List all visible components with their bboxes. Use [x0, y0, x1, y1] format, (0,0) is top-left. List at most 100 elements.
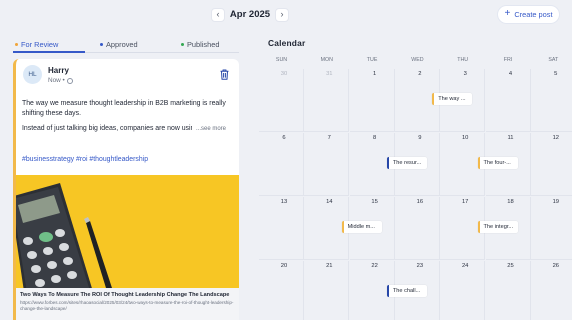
calendar-event[interactable]: The four-... — [477, 157, 518, 169]
calendar-day-cell[interactable]: 4 — [485, 69, 531, 132]
calendar-title: Calendar — [268, 38, 306, 48]
day-number: 1 — [372, 71, 377, 77]
day-number: 21 — [326, 263, 333, 269]
calendar-day-cell[interactable]: 1 — [349, 69, 395, 132]
day-number: 17 — [461, 199, 469, 205]
calendar-day-cell[interactable]: 13 — [259, 197, 304, 260]
avatar: HL — [23, 65, 42, 84]
post-hashtags[interactable]: #businesstrategy #roi #thoughtleadership — [22, 156, 148, 163]
link-title: Two Ways To Measure The ROI Of Thought L… — [20, 292, 230, 298]
tab-label: Published — [187, 40, 220, 49]
post-paragraph: Instead of just talking big ideas, compa… — [22, 125, 192, 132]
post-card[interactable]: HL Harry Now • The way we measure though… — [13, 59, 239, 320]
post-header: HL Harry Now • — [16, 59, 239, 91]
calendar-day-cell[interactable]: 20 — [259, 261, 304, 320]
weekday-header: FRI — [503, 57, 513, 63]
day-number: 10 — [461, 135, 469, 141]
day-number: 3 — [463, 71, 467, 77]
calendar-event[interactable]: The way ... — [432, 93, 473, 105]
prev-month-button[interactable]: ‹ — [211, 7, 225, 22]
day-number: 12 — [552, 135, 560, 141]
chevron-right-icon: › — [280, 9, 284, 19]
post-paragraph-truncated: Instead of just talking big ideas, compa… — [22, 124, 234, 134]
day-number: 8 — [372, 135, 377, 141]
weekday-header: WED — [411, 57, 424, 63]
calculator-image — [16, 175, 239, 288]
calendar-day-cell[interactable]: 25 — [486, 261, 531, 320]
post-body: The way we measure thought leadership in… — [22, 99, 234, 134]
tab-label: Approved — [106, 40, 138, 49]
published-status-dot — [181, 43, 184, 46]
day-number: 16 — [416, 199, 424, 205]
day-number: 14 — [326, 199, 333, 205]
day-number: 19 — [552, 199, 560, 205]
calendar-day-cell[interactable]: 5 — [530, 69, 572, 132]
day-number: 15 — [371, 199, 378, 205]
day-number: 6 — [282, 135, 286, 141]
day-number: 22 — [371, 263, 378, 269]
tab-approved[interactable]: Approved — [100, 40, 138, 49]
day-number: 13 — [280, 199, 288, 205]
month-navigation: ‹ Apr 2025 › — [211, 7, 289, 22]
day-number: 20 — [280, 263, 288, 269]
day-number: 24 — [461, 263, 469, 269]
link-preview[interactable]: Two Ways To Measure The ROI Of Thought L… — [16, 288, 239, 320]
weekday-header: SUN — [275, 57, 288, 63]
calendar-day-cell[interactable]: 16 — [394, 197, 440, 260]
day-number: 30 — [280, 71, 288, 77]
calendar-event[interactable]: The chall... — [386, 285, 427, 297]
day-number: 2 — [418, 71, 422, 77]
review-status-dot — [15, 43, 18, 46]
calendar-event[interactable]: The resur... — [386, 157, 427, 169]
day-number: 23 — [416, 263, 424, 269]
day-number: 11 — [507, 135, 514, 141]
calendar-event[interactable]: The integr... — [477, 221, 518, 233]
calendar-day-cell[interactable]: 21 — [304, 261, 350, 320]
see-more-link[interactable]: ...see more — [196, 124, 226, 134]
calendar-event[interactable]: Middle m... — [341, 221, 382, 233]
chevron-left-icon: ‹ — [216, 9, 220, 19]
create-post-label: Create post — [514, 10, 553, 19]
calendar-day-cell[interactable]: 19 — [530, 197, 572, 260]
day-number: 31 — [326, 71, 333, 77]
weekday-header: TUE — [366, 57, 378, 63]
day-number: 25 — [507, 263, 514, 269]
day-number: 7 — [327, 135, 331, 141]
next-month-button[interactable]: › — [275, 7, 289, 22]
author-name: Harry — [48, 66, 69, 75]
day-number: 5 — [554, 71, 558, 77]
calendar-day-cell[interactable]: 12 — [530, 133, 572, 196]
trash-icon[interactable] — [220, 69, 229, 80]
calendar-day-cell[interactable]: 6 — [259, 133, 304, 196]
calendar-day-cell[interactable]: 24 — [440, 261, 486, 320]
plus-icon: + — [504, 8, 511, 19]
tab-for-review[interactable]: For Review — [15, 40, 58, 49]
calendar-day-cell[interactable]: 30 — [259, 69, 304, 132]
day-number: 4 — [508, 71, 513, 77]
calendar-day-cell[interactable]: 7 — [304, 133, 350, 196]
link-url: https://www.forbes.com/sites/rhaoasocial… — [20, 300, 234, 311]
post-time: Now • — [48, 77, 65, 84]
tab-published[interactable]: Published — [181, 40, 219, 49]
create-post-button[interactable]: + Create post — [498, 6, 559, 23]
day-number: 9 — [418, 135, 422, 141]
calendar-day-cell[interactable]: 31 — [304, 69, 350, 132]
day-number: 18 — [507, 199, 514, 205]
current-month-label: Apr 2025 — [229, 9, 271, 20]
calendar-grid: SUN MON TUE WED THU FRI SAT 30 31 1 2 3 4 5 6 7 8 9 10 11 12… — [259, 57, 572, 320]
post-image — [16, 175, 239, 288]
calendar-day-cell[interactable]: 26 — [531, 261, 572, 320]
approved-status-dot — [100, 43, 103, 46]
status-tabs: For Review Approved Published — [13, 36, 239, 53]
tab-label: For Review — [21, 40, 59, 49]
top-bar: ‹ Apr 2025 › + Create post — [0, 0, 572, 30]
weekday-header: SAT — [548, 57, 559, 63]
post-paragraph: The way we measure thought leadership in… — [22, 100, 226, 117]
weekday-header: MON — [320, 57, 333, 63]
active-tab-indicator — [13, 51, 85, 53]
post-queue-panel: For Review Approved Published HL Harry N… — [13, 36, 239, 320]
globe-icon — [66, 77, 73, 84]
post-meta: Now • — [48, 77, 73, 84]
day-number: 26 — [552, 263, 560, 269]
weekday-header: THU — [457, 57, 469, 63]
